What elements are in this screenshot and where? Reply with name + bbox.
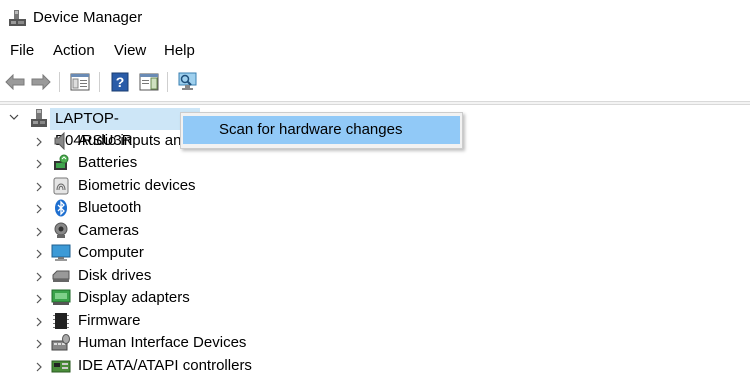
- toolbar-separator: [167, 72, 168, 92]
- tree-item-ide[interactable]: IDE ATA/ATAPI controllers: [0, 355, 400, 375]
- properties-icon: [70, 73, 90, 91]
- chevron-right-icon[interactable]: [35, 317, 43, 327]
- help-button[interactable]: ?: [109, 71, 131, 93]
- speaker-icon: [54, 132, 65, 150]
- ide-controller-icon: [51, 360, 71, 373]
- tree-item-label: Display adapters: [78, 289, 190, 306]
- context-menu: Scan for hardware changes: [180, 112, 463, 149]
- tree-item-label: Firmware: [78, 312, 141, 329]
- toolbar-separator: [99, 72, 100, 92]
- tree-item-label: Batteries: [78, 154, 138, 171]
- monitor-icon: [51, 244, 71, 261]
- properties-button[interactable]: [69, 71, 91, 93]
- chevron-right-icon[interactable]: [35, 227, 43, 237]
- forward-arrow-icon: [31, 74, 51, 90]
- root-label: LAPTOP-B04RSU3R: [50, 108, 200, 149]
- tree-item-biometric[interactable]: Biometric devices: [0, 175, 400, 197]
- scan-hardware-button[interactable]: [177, 71, 199, 93]
- title-bar: Device Manager: [0, 0, 750, 36]
- disk-drive-icon: [52, 270, 70, 282]
- help-icon: ?: [111, 72, 129, 92]
- menu-view[interactable]: View: [114, 42, 146, 59]
- chevron-right-icon[interactable]: [35, 339, 43, 349]
- tree-item-label: Human Interface Devices: [78, 334, 247, 351]
- tree-item-firmware[interactable]: Firmware: [0, 310, 400, 332]
- show-hide-pane-button[interactable]: [138, 71, 160, 93]
- menu-bar: File Action View Help: [0, 42, 750, 64]
- svg-text:?: ?: [116, 74, 125, 90]
- fingerprint-icon: [53, 177, 69, 195]
- firmware-chip-icon: [53, 313, 69, 329]
- chevron-down-icon[interactable]: [9, 112, 19, 122]
- tree-item-label: Bluetooth: [78, 199, 142, 216]
- hid-icon: [51, 334, 70, 351]
- chevron-right-icon[interactable]: [35, 182, 43, 192]
- tree-item-label: Disk drives: [78, 267, 152, 284]
- menu-item-label: Scan for hardware changes: [219, 121, 403, 138]
- toolbar-separator: [59, 72, 60, 92]
- pane-divider: [0, 101, 750, 105]
- tree-item-disk-drives[interactable]: Disk drives: [0, 265, 400, 287]
- chevron-right-icon[interactable]: [35, 204, 43, 214]
- menu-file[interactable]: File: [10, 42, 34, 59]
- tree-item-label: Cameras: [78, 222, 139, 239]
- device-manager-icon: [9, 10, 26, 26]
- chevron-right-icon[interactable]: [35, 249, 43, 259]
- tree-item-label: Biometric devices: [78, 177, 196, 194]
- back-arrow-icon: [5, 74, 25, 90]
- display-adapter-icon: [51, 289, 71, 305]
- tree-item-bluetooth[interactable]: Bluetooth: [0, 197, 400, 219]
- show-hide-pane-icon: [139, 73, 159, 91]
- camera-icon: [54, 222, 68, 238]
- tree-item-hid[interactable]: Human Interface Devices: [0, 332, 400, 354]
- back-button[interactable]: [4, 71, 26, 93]
- scan-hardware-icon: [178, 72, 197, 90]
- chevron-right-icon[interactable]: [35, 159, 43, 169]
- bluetooth-icon: [55, 199, 67, 217]
- computer-tower-icon: [31, 109, 47, 127]
- window-title: Device Manager: [33, 9, 143, 26]
- scan-for-hardware-changes-menu-item[interactable]: Scan for hardware changes: [183, 116, 460, 144]
- forward-button[interactable]: [30, 71, 52, 93]
- chevron-right-icon[interactable]: [35, 362, 43, 372]
- chevron-right-icon[interactable]: [35, 272, 43, 282]
- chevron-right-icon[interactable]: [35, 137, 43, 147]
- toolbar: ?: [0, 68, 750, 96]
- menu-action[interactable]: Action: [53, 42, 95, 59]
- menu-help[interactable]: Help: [164, 42, 195, 59]
- tree-item-cameras[interactable]: Cameras: [0, 220, 400, 242]
- tree-root[interactable]: LAPTOP-B04RSU3R: [0, 108, 200, 149]
- tree-item-batteries[interactable]: Batteries: [0, 152, 400, 174]
- tree-item-computer[interactable]: Computer: [0, 242, 400, 264]
- battery-icon: [54, 154, 69, 170]
- tree-item-label: IDE ATA/ATAPI controllers: [78, 357, 252, 374]
- tree-item-display-adapters[interactable]: Display adapters: [0, 287, 400, 309]
- tree-item-label: Computer: [78, 244, 144, 261]
- chevron-right-icon[interactable]: [35, 294, 43, 304]
